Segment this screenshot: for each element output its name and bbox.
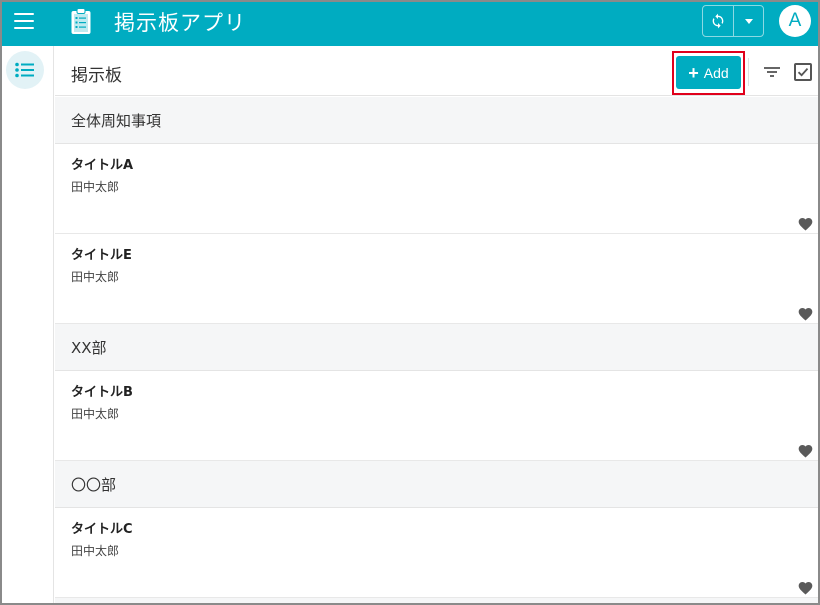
section-header: XX部 [55, 324, 818, 371]
filter-icon[interactable] [764, 66, 780, 78]
post-item[interactable]: タイトルC 田中太郎 [55, 508, 818, 598]
rail-item-list[interactable] [6, 51, 44, 89]
toolbar-divider [748, 58, 749, 86]
sync-dropdown-button[interactable] [733, 6, 763, 36]
sync-icon [712, 13, 724, 29]
checkbox-icon[interactable] [794, 63, 812, 81]
sync-button-group [702, 5, 764, 37]
add-button-label: Add [703, 64, 729, 81]
heart-icon[interactable] [797, 216, 814, 231]
menu-icon[interactable] [14, 13, 34, 29]
post-title: タイトルB [71, 385, 133, 400]
sync-button[interactable] [703, 6, 733, 36]
avatar[interactable]: A [779, 5, 811, 37]
post-item[interactable]: タイトルA 田中太郎 [55, 144, 818, 234]
section-header: 〇〇部 [55, 461, 818, 508]
app-window: 掲示板アプリ A 掲示板 + Add 全体周知事項 タイトルA 田中太郎 タイト… [0, 0, 820, 605]
post-title: タイトルE [71, 248, 132, 263]
page-title: 掲示板 [71, 66, 122, 86]
main-content: 掲示板 + Add 全体周知事項 タイトルA 田中太郎 タイトルE 田中太郎 X… [55, 46, 818, 603]
clipboard-icon [71, 8, 91, 34]
post-item[interactable]: タイトルE 田中太郎 [55, 234, 818, 324]
post-author: 田中太郎 [71, 544, 120, 558]
post-title: タイトルA [71, 158, 134, 173]
app-title: 掲示板アプリ [114, 11, 246, 35]
heart-icon[interactable] [797, 443, 814, 458]
post-author: 田中太郎 [71, 270, 120, 284]
caret-down-icon [744, 18, 753, 24]
heart-icon[interactable] [797, 306, 814, 321]
plus-icon: + [688, 62, 699, 83]
post-author: 田中太郎 [71, 180, 120, 194]
board-list: 全体周知事項 タイトルA 田中太郎 タイトルE 田中太郎 XX部 タイトルB 田… [55, 97, 818, 603]
page-toolbar: 掲示板 + Add [55, 46, 818, 96]
post-author: 田中太郎 [71, 407, 120, 421]
post-item[interactable]: タイトルB 田中太郎 [55, 371, 818, 461]
add-button[interactable]: + Add [676, 56, 741, 89]
app-bar: 掲示板アプリ A [2, 2, 818, 46]
side-rail [2, 46, 54, 603]
heart-icon[interactable] [797, 580, 814, 595]
post-title: タイトルC [71, 522, 133, 537]
section-header: 全体周知事項 [55, 97, 818, 144]
list-icon [15, 62, 34, 78]
section-header-partial [55, 598, 818, 603]
